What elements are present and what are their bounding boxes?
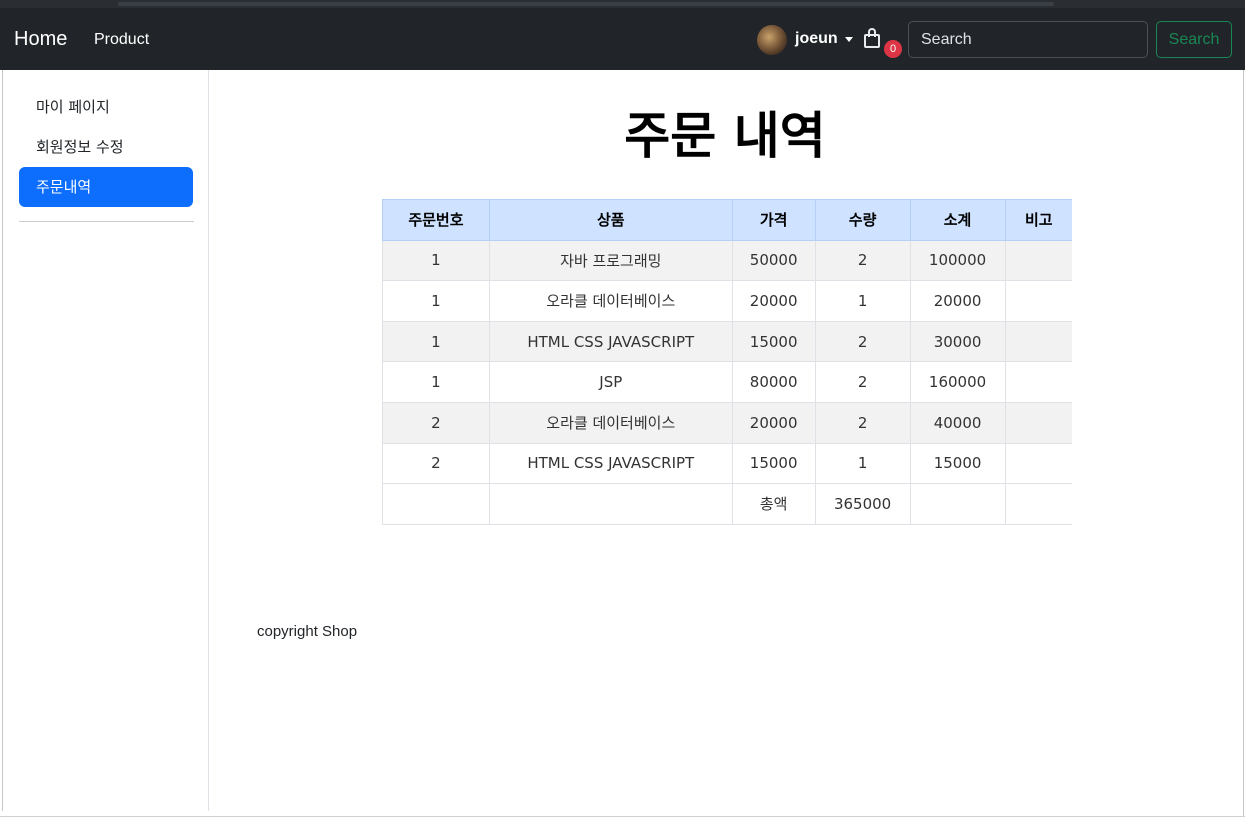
table-header-row: 주문번호 상품 가격 수량 소계 비고 <box>382 199 1072 241</box>
quantity-cell: 2 <box>814 239 911 282</box>
note-cell <box>1004 361 1072 403</box>
user-menu[interactable]: joeun <box>795 30 838 48</box>
page-title: 주문 내역 <box>624 107 826 165</box>
table-row: 2 HTML CSS JAVASCRIPT 15000 1 15000 <box>382 442 1072 485</box>
quantity-cell: 2 <box>814 401 911 444</box>
price-cell: 20000 <box>731 280 816 322</box>
product-cell: 오라클 데이터베이스 <box>488 401 733 444</box>
subtotal-cell: 40000 <box>909 401 1006 444</box>
empty-cell <box>488 483 733 525</box>
sidebar-item-edit-member-info[interactable]: 회원정보 수정 <box>19 127 193 167</box>
price-cell: 80000 <box>731 361 816 403</box>
column-header-note: 비고 <box>1004 199 1072 241</box>
product-cell: 오라클 데이터베이스 <box>488 280 733 322</box>
window-right-border <box>1243 70 1244 816</box>
shopping-bag-icon[interactable] <box>864 28 880 48</box>
note-cell <box>1004 442 1072 485</box>
shopping-bag-body <box>864 34 880 48</box>
order-number-cell: 1 <box>382 361 490 403</box>
footer-copyright: copyright Shop <box>257 623 358 640</box>
column-header-quantity: 수량 <box>814 199 911 241</box>
window-bottom-border <box>0 816 1245 817</box>
column-header-subtotal: 소계 <box>909 199 1006 241</box>
order-number-cell: 2 <box>382 442 490 485</box>
empty-cell <box>382 483 490 525</box>
product-link[interactable]: Product <box>94 31 149 49</box>
order-number-cell: 1 <box>382 320 490 363</box>
order-number-cell: 1 <box>382 239 490 282</box>
quantity-cell: 2 <box>814 320 911 363</box>
subtotal-cell: 100000 <box>909 239 1006 282</box>
sidebar-divider <box>19 221 194 222</box>
order-number-cell: 2 <box>382 401 490 444</box>
price-cell: 50000 <box>731 239 816 282</box>
window-top-strip <box>0 0 1245 8</box>
sidebar: 마이 페이지 회원정보 수정 주문내역 <box>2 70 209 811</box>
table-total-row: 총액 365000 <box>382 483 1072 525</box>
quantity-cell: 1 <box>814 280 911 322</box>
column-header-order-number: 주문번호 <box>382 199 490 241</box>
search-button[interactable]: Search <box>1156 21 1232 58</box>
price-cell: 15000 <box>731 442 816 485</box>
table-row: 1 HTML CSS JAVASCRIPT 15000 2 30000 <box>382 320 1072 363</box>
cart-count-badge: 0 <box>884 40 902 58</box>
note-cell <box>1004 239 1072 282</box>
product-cell: HTML CSS JAVASCRIPT <box>488 442 733 485</box>
subtotal-cell: 15000 <box>909 442 1006 485</box>
total-value-cell: 365000 <box>814 483 911 525</box>
product-cell: HTML CSS JAVASCRIPT <box>488 320 733 363</box>
note-cell <box>1004 280 1072 322</box>
column-header-product: 상품 <box>488 199 733 241</box>
column-header-price: 가격 <box>731 199 816 241</box>
empty-cell <box>1004 483 1072 525</box>
order-number-cell: 1 <box>382 280 490 322</box>
top-navbar: Home Product joeun 0 Search <box>0 8 1245 70</box>
table-row: 1 오라클 데이터베이스 20000 1 20000 <box>382 280 1072 322</box>
window-top-strip-inner <box>118 2 1054 6</box>
empty-cell <box>909 483 1006 525</box>
product-cell: JSP <box>488 361 733 403</box>
sidebar-item-mypage[interactable]: 마이 페이지 <box>19 87 193 127</box>
note-cell <box>1004 320 1072 363</box>
table-row: 1 JSP 80000 2 160000 <box>382 361 1072 403</box>
price-cell: 20000 <box>731 401 816 444</box>
quantity-cell: 1 <box>814 442 911 485</box>
table-row: 1 자바 프로그래밍 50000 2 100000 <box>382 239 1072 282</box>
search-input[interactable] <box>908 21 1148 58</box>
note-cell <box>1004 401 1072 444</box>
price-cell: 15000 <box>731 320 816 363</box>
avatar[interactable] <box>757 25 787 55</box>
subtotal-cell: 20000 <box>909 280 1006 322</box>
quantity-cell: 2 <box>814 361 911 403</box>
product-cell: 자바 프로그래밍 <box>488 239 733 282</box>
table-row: 2 오라클 데이터베이스 20000 2 40000 <box>382 401 1072 444</box>
home-link[interactable]: Home <box>14 28 67 51</box>
chevron-down-icon[interactable] <box>845 37 853 42</box>
sidebar-item-order-history[interactable]: 주문내역 <box>19 167 193 207</box>
order-history-table: 주문번호 상품 가격 수량 소계 비고 1 자바 프로그래밍 50000 2 1… <box>382 199 1072 525</box>
subtotal-cell: 160000 <box>909 361 1006 403</box>
subtotal-cell: 30000 <box>909 320 1006 363</box>
total-label-cell: 총액 <box>731 483 816 525</box>
